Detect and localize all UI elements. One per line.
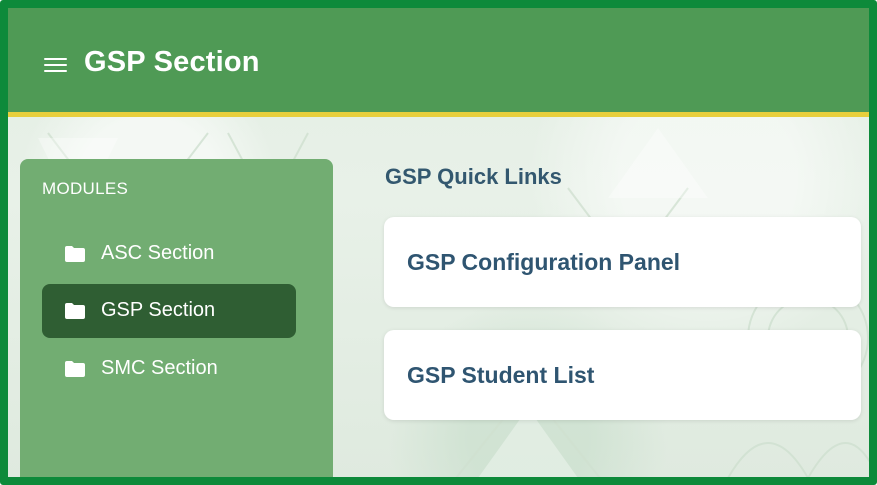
card-label: GSP Configuration Panel [407,249,681,275]
sidebar-item-asc-section[interactable]: ASC Section [42,227,296,281]
quick-links-heading: GSP Quick Links [385,164,562,189]
folder-icon [65,303,85,319]
card-label: GSP Student List [407,362,595,388]
modules-heading: MODULES [42,179,129,198]
modules-sidebar: MODULES ASC Section GSP Section SMC Sect… [20,159,333,477]
gsp-student-list-card[interactable]: GSP Student List [384,330,861,420]
page-title: GSP Section [84,46,260,78]
sidebar-item-smc-section[interactable]: SMC Section [42,342,296,396]
sidebar-item-label: SMC Section [101,357,218,379]
top-app-bar: GSP Section [8,8,869,117]
app-frame: GSP Section MODULES ASC Section GSP Sect… [0,0,877,485]
sidebar-item-label: GSP Section [101,299,216,321]
folder-icon [65,246,85,262]
gsp-configuration-panel-card[interactable]: GSP Configuration Panel [384,217,861,307]
folder-icon [65,361,85,377]
hamburger-menu-icon[interactable] [44,56,67,74]
sidebar-item-label: ASC Section [101,242,215,264]
sidebar-item-gsp-section[interactable]: GSP Section [42,284,296,338]
